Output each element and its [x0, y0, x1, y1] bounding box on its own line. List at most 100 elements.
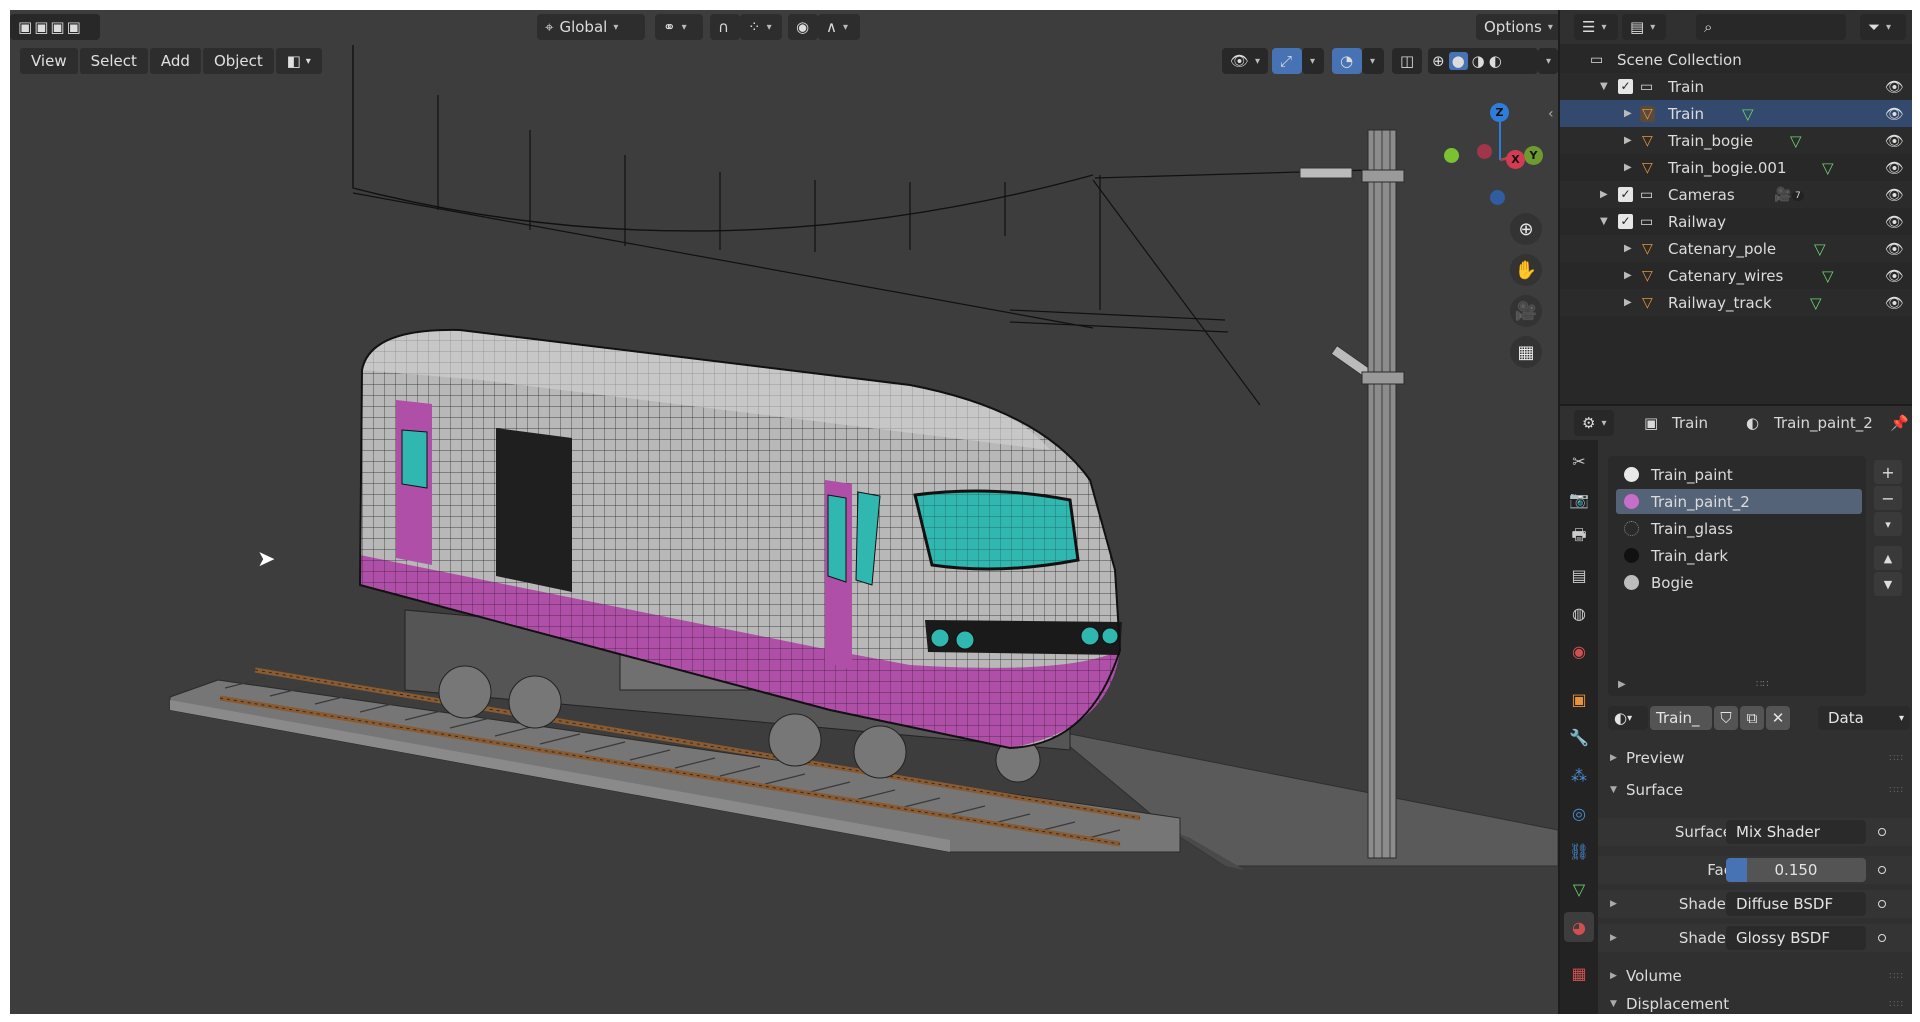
material-tab-icon[interactable]: ◕: [1564, 912, 1594, 942]
expand-arrow-icon[interactable]: ▶: [1624, 135, 1632, 146]
pivot-point-dropdown[interactable]: ⚭ ▾: [655, 14, 703, 40]
gizmo-neg-y-axis[interactable]: [1444, 148, 1459, 163]
mesh-data-icon[interactable]: ▽: [1790, 132, 1802, 150]
gizmo-z-axis[interactable]: Z: [1490, 103, 1509, 122]
material-slot-train-glass[interactable]: Train_glass: [1616, 516, 1862, 541]
gizmo-neg-x-axis[interactable]: [1477, 144, 1492, 159]
view-layer-tab-icon[interactable]: ▤: [1564, 560, 1594, 590]
tool-tab-icon[interactable]: ✂: [1564, 446, 1594, 476]
menu-view[interactable]: View: [20, 48, 78, 74]
menu-add[interactable]: Add: [149, 48, 201, 74]
material-specials-button[interactable]: ▾: [1874, 512, 1902, 536]
select-new-icon[interactable]: ▣: [18, 18, 32, 36]
expand-arrow-icon[interactable]: ▶: [1624, 270, 1632, 281]
outliner-row-train-object[interactable]: ▶ ▽ Train ▽ 👁: [1560, 100, 1912, 127]
rendered-shading-icon[interactable]: ◐: [1489, 52, 1502, 70]
expand-arrow-icon[interactable]: ▶: [1624, 162, 1632, 173]
menu-object[interactable]: Object: [202, 48, 274, 74]
panel-preview-header[interactable]: ▶ Preview ∷∷: [1598, 744, 1912, 772]
drag-grip-icon[interactable]: ∷∷: [1889, 753, 1904, 764]
gizmo-dropdown[interactable]: ▾: [1302, 48, 1324, 74]
socket-dot-icon[interactable]: [1878, 900, 1886, 908]
modifier-tab-icon[interactable]: 🔧: [1564, 722, 1594, 752]
data-tab-icon[interactable]: ▽: [1564, 874, 1594, 904]
expand-arrow-icon[interactable]: ▶: [1610, 899, 1617, 909]
particles-tab-icon[interactable]: ⁂: [1564, 760, 1594, 790]
object-tab-icon[interactable]: ▣: [1564, 684, 1594, 714]
material-slot-train-paint-2[interactable]: Train_paint_2: [1616, 489, 1862, 514]
filter-dropdown[interactable]: ⏷ ▾: [1860, 14, 1906, 40]
resize-grip-icon[interactable]: ∷∷: [1756, 679, 1769, 690]
eye-icon[interactable]: 👁: [1885, 105, 1904, 123]
select-mode-buttons[interactable]: ▣ ▣ ▣ ▣: [10, 14, 100, 40]
world-tab-icon[interactable]: ◉: [1564, 636, 1594, 666]
camera-view-icon[interactable]: 🎥: [1510, 295, 1542, 327]
browse-material-button[interactable]: ◐ ▾: [1608, 706, 1648, 730]
drag-grip-icon[interactable]: ∷∷: [1889, 785, 1904, 796]
outliner-row-cameras-collection[interactable]: ▶ ✓ ▭ Cameras 🎥 7 👁: [1560, 181, 1912, 208]
expand-arrow-icon[interactable]: ▶: [1624, 243, 1632, 254]
socket-dot-icon[interactable]: [1878, 866, 1886, 874]
remove-material-slot-button[interactable]: −: [1874, 486, 1902, 510]
scene-tab-icon[interactable]: ◍: [1564, 598, 1594, 628]
snap-target-dropdown[interactable]: ⁘ ▾: [740, 14, 782, 40]
unlink-material-button[interactable]: ✕: [1766, 706, 1790, 730]
eye-icon[interactable]: 👁: [1885, 294, 1904, 312]
expand-arrow-icon[interactable]: ▼: [1600, 216, 1608, 227]
expand-arrow-icon[interactable]: ▶: [1624, 108, 1632, 119]
mesh-data-icon[interactable]: ▽: [1742, 105, 1754, 123]
gizmo-y-axis[interactable]: Y: [1524, 146, 1543, 165]
expand-arrow-icon[interactable]: ▶: [1610, 933, 1617, 943]
exclude-checkbox[interactable]: ✓: [1618, 214, 1633, 229]
transform-orientation-dropdown[interactable]: ⌖ Global ▾: [537, 14, 645, 40]
filter-view-dropdown[interactable]: ▤ ▾: [1622, 14, 1666, 40]
sidebar-toggle-icon[interactable]: ‹: [1548, 106, 1554, 122]
falloff-dropdown[interactable]: ∧ ▾: [818, 14, 860, 40]
visibility-dropdown[interactable]: 👁 ▾: [1222, 48, 1268, 74]
3d-viewport[interactable]: ▣ ▣ ▣ ▣ ⌖ Global ▾ ⚭ ▾ ∩ ⁘ ▾ ◉ ∧ ▾ Options …: [10, 10, 1558, 1014]
interaction-mode-dropdown[interactable]: ◧ ▾: [275, 48, 322, 74]
outliner-search-input[interactable]: ⌕: [1696, 14, 1846, 40]
wireframe-shading-icon[interactable]: ⊕: [1432, 52, 1445, 70]
shader-2-dropdown[interactable]: Glossy BSDF: [1726, 926, 1866, 950]
select-subtract-icon[interactable]: ▣: [50, 18, 64, 36]
mesh-data-icon[interactable]: ▽: [1822, 267, 1834, 285]
mesh-data-icon[interactable]: ▽: [1814, 240, 1826, 258]
eye-icon[interactable]: 👁: [1885, 267, 1904, 285]
menu-select[interactable]: Select: [79, 48, 148, 74]
gizmo-toggle[interactable]: ⤢: [1272, 48, 1302, 74]
outliner-row-train-bogie[interactable]: ▶ ▽ Train_bogie ▽ 👁: [1560, 127, 1912, 154]
mesh-data-icon[interactable]: ▽: [1822, 159, 1834, 177]
expand-arrow-icon[interactable]: ▶: [1618, 679, 1626, 690]
expand-arrow-icon[interactable]: ▼: [1600, 81, 1608, 92]
shader-1-dropdown[interactable]: Diffuse BSDF: [1726, 892, 1866, 916]
material-slot-list[interactable]: Train_paint Train_paint_2 Train_glass Tr…: [1608, 456, 1866, 696]
expand-arrow-icon[interactable]: ▶: [1600, 189, 1608, 200]
gizmo-neg-z-axis[interactable]: [1490, 190, 1505, 205]
add-material-slot-button[interactable]: +: [1874, 460, 1902, 484]
xray-toggle[interactable]: ◫: [1392, 48, 1422, 74]
overlays-dropdown[interactable]: ▾: [1362, 48, 1384, 74]
select-invert-icon[interactable]: ▣: [67, 18, 81, 36]
physics-tab-icon[interactable]: ◎: [1564, 798, 1594, 828]
zoom-icon[interactable]: ⊕: [1510, 213, 1542, 245]
eye-icon[interactable]: 👁: [1885, 186, 1904, 204]
editor-type-dropdown[interactable]: ⚙ ▾: [1574, 410, 1614, 436]
outliner-row-catenary-wires[interactable]: ▶ ▽ Catenary_wires ▽ 👁: [1560, 262, 1912, 289]
outliner-row-catenary-pole[interactable]: ▶ ▽ Catenary_pole ▽ 👁: [1560, 235, 1912, 262]
panel-surface-header[interactable]: ▼ Surface ∷∷: [1598, 776, 1912, 804]
proportional-edit-toggle[interactable]: ◉: [788, 14, 818, 40]
eye-icon[interactable]: 👁: [1885, 78, 1904, 96]
move-slot-down-button[interactable]: ▼: [1874, 572, 1902, 596]
material-shading-icon[interactable]: ◑: [1472, 52, 1485, 70]
eye-icon[interactable]: 👁: [1885, 132, 1904, 150]
drag-grip-icon[interactable]: ∷∷: [1889, 999, 1904, 1010]
socket-dot-icon[interactable]: [1878, 828, 1886, 836]
surface-shader-dropdown[interactable]: Mix Shader: [1726, 820, 1866, 844]
outliner-row-railway-track[interactable]: ▶ ▽ Railway_track ▽ 👁: [1560, 289, 1912, 316]
exclude-checkbox[interactable]: ✓: [1618, 187, 1633, 202]
outliner-row-railway-collection[interactable]: ▼ ✓ ▭ Railway 👁: [1560, 208, 1912, 235]
material-slot-train-dark[interactable]: Train_dark: [1616, 543, 1862, 568]
outliner-row-scene-collection[interactable]: ▭ Scene Collection: [1560, 46, 1912, 73]
socket-dot-icon[interactable]: [1878, 934, 1886, 942]
